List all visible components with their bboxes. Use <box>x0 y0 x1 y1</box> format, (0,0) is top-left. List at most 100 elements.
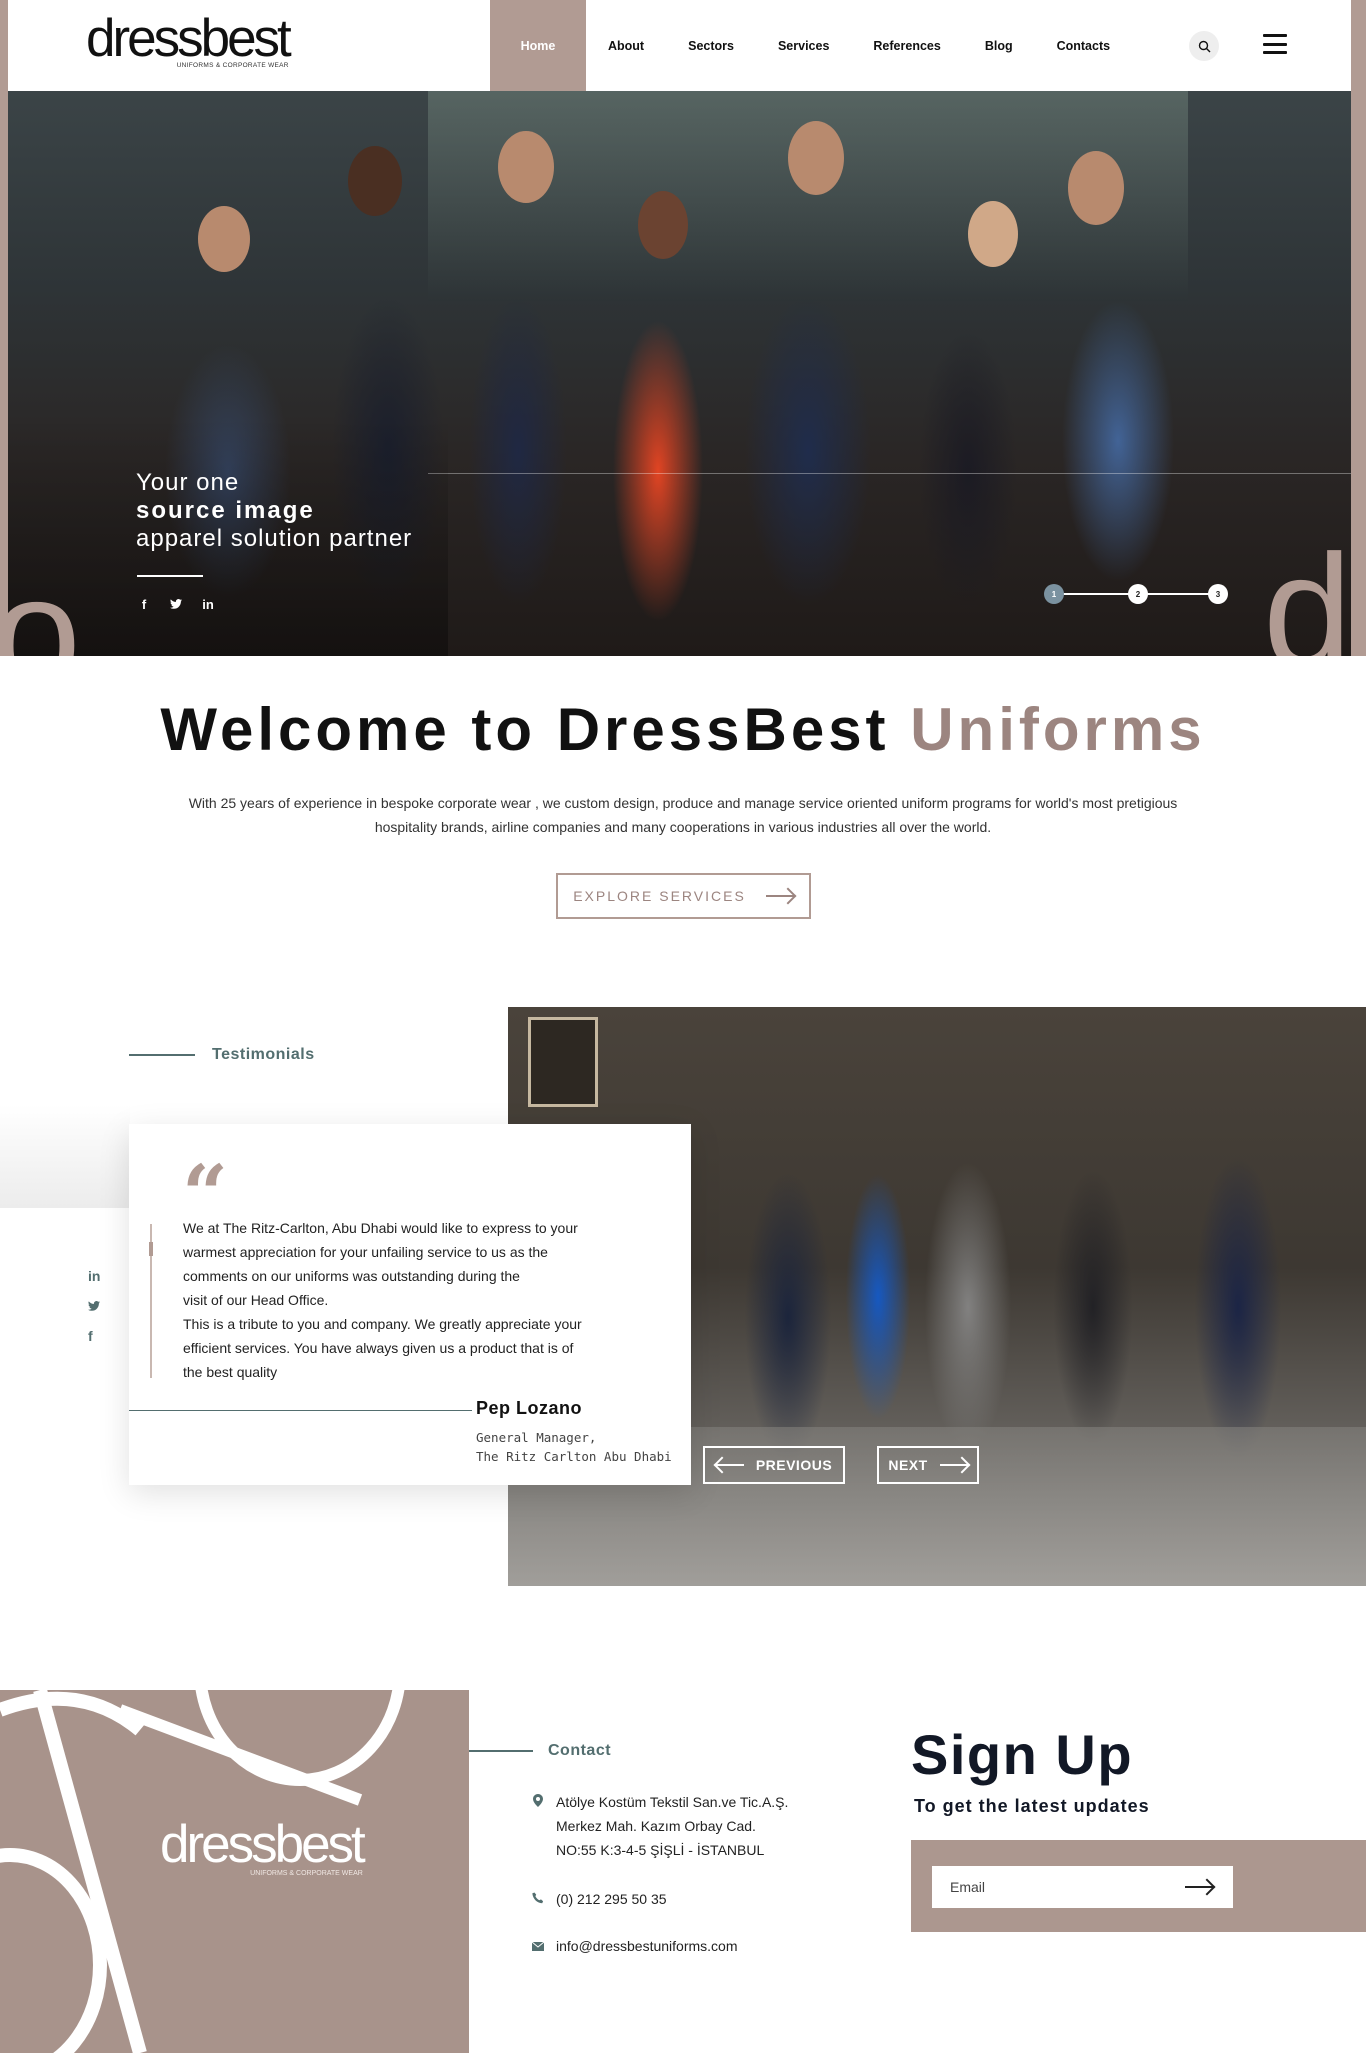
nav-contacts[interactable]: Contacts <box>1035 0 1132 91</box>
newsletter-email-input[interactable] <box>950 1879 1150 1895</box>
submit-arrow-icon[interactable] <box>1185 1886 1213 1888</box>
testimonial-author-role: General Manager, The Ritz Carlton Abu Dh… <box>476 1428 672 1466</box>
hero-divider-line <box>428 473 1351 474</box>
contact-address: Atölye Kostüm Tekstil San.ve Tic.A.Ş. Me… <box>532 1790 788 1862</box>
footer-brand-panel: dressbest UNIFORMS & CORPORATE WEAR <box>0 1690 469 2053</box>
slide-dot-1[interactable]: 1 <box>1044 584 1064 604</box>
address-text: Atölye Kostüm Tekstil San.ve Tic.A.Ş. Me… <box>556 1790 788 1862</box>
address-line: Merkez Mah. Kazım Orbay Cad. <box>556 1818 756 1834</box>
email-address: info@dressbestuniforms.com <box>556 1938 738 1954</box>
left-accent-strip <box>0 0 8 656</box>
nav-references[interactable]: References <box>851 0 962 91</box>
welcome-description: With 25 years of experience in bespoke c… <box>188 795 1178 835</box>
testimonial-author-name: Pep Lozano <box>476 1398 583 1418</box>
footer-logo-wordmark: dressbest <box>160 1818 366 1871</box>
quote-line: the best quality <box>183 1364 278 1380</box>
quote-side-bar <box>149 1224 153 1378</box>
quote-line: efficient services. You have always give… <box>183 1340 574 1356</box>
hero-line-3: apparel solution partner <box>136 525 413 552</box>
arrow-right-icon <box>939 1464 968 1466</box>
main-nav: Home About Sectors Services References B… <box>490 0 1132 91</box>
hero-line-1: Your one <box>136 469 240 496</box>
phone-number: (0) 212 295 50 35 <box>556 1891 667 1907</box>
hero-photo-person <box>198 206 250 272</box>
address-line: Atölye Kostüm Tekstil San.ve Tic.A.Ş. <box>556 1794 789 1810</box>
slide-dot-3[interactable]: 3 <box>1208 584 1228 604</box>
facebook-icon[interactable]: f <box>137 597 151 612</box>
search-button[interactable] <box>1189 31 1219 61</box>
quote-line: visit of our Head Office. <box>183 1292 329 1308</box>
nav-blog[interactable]: Blog <box>963 0 1035 91</box>
hero-underline <box>137 575 203 577</box>
hero-photo-person <box>498 131 554 203</box>
next-label: NEXT <box>888 1457 928 1473</box>
next-testimonial-button[interactable]: NEXT <box>877 1446 979 1484</box>
right-accent-strip <box>1351 0 1366 656</box>
phone-icon <box>532 1887 544 1912</box>
arrow-right-icon <box>765 895 794 897</box>
contact-email[interactable]: info@dressbestuniforms.com <box>531 1934 738 1959</box>
location-pin-icon <box>532 1790 544 1862</box>
logo-wordmark: dressbest <box>86 12 292 65</box>
testimonials-social-links: in f <box>88 1268 100 1344</box>
testimonial-card: “ We at The Ritz-Carlton, Abu Dhabi woul… <box>129 1124 691 1485</box>
linkedin-icon[interactable]: in <box>88 1268 100 1284</box>
previous-testimonial-button[interactable]: PREVIOUS <box>703 1446 845 1484</box>
hero-photo-person <box>1068 151 1124 225</box>
explore-services-label: EXPLORE SERVICES <box>573 888 746 904</box>
newsletter-form <box>932 1866 1233 1908</box>
photo-wall-frame <box>528 1017 598 1107</box>
contact-phone[interactable]: (0) 212 295 50 35 <box>532 1887 667 1912</box>
welcome-title-main: Welcome to DressBest <box>160 696 890 763</box>
previous-label: PREVIOUS <box>755 1457 833 1473</box>
linkedin-icon[interactable]: in <box>201 597 215 612</box>
hamburger-menu-icon[interactable] <box>1263 34 1287 54</box>
hero-social-links: f in <box>137 597 215 612</box>
hero-headline: Your one source image apparel solution p… <box>136 469 412 553</box>
hero-photo-person <box>788 121 844 195</box>
search-icon <box>1198 40 1210 52</box>
welcome-title-accent: Uniforms <box>910 696 1206 763</box>
signup-title: Sign Up <box>911 1723 1134 1786</box>
quote-line: warmest appreciation for your unfailing … <box>183 1244 548 1260</box>
nav-about[interactable]: About <box>586 0 666 91</box>
hero-deco-letter-right: d <box>1263 521 1351 657</box>
site-logo[interactable]: dressbest UNIFORMS & CORPORATE WEAR <box>86 12 292 69</box>
author-divider <box>129 1410 472 1411</box>
slide-dot-2[interactable]: 2 <box>1128 584 1148 604</box>
hero-banner: Your one source image apparel solution p… <box>8 91 1351 656</box>
envelope-icon <box>531 1934 545 1959</box>
logo-word-best: best <box>200 9 292 68</box>
author-role-line-1: General Manager, <box>476 1430 597 1445</box>
signup-subtitle: To get the latest updates <box>914 1796 1150 1816</box>
hero-line-2: source image <box>136 497 315 524</box>
hero-photo-person <box>638 191 688 259</box>
hero-slider-pagination: 1 2 3 <box>1044 582 1234 604</box>
hero-deco-letter-left: o <box>8 543 81 657</box>
twitter-icon[interactable] <box>88 1298 100 1314</box>
hero-photo-person <box>968 201 1018 267</box>
address-line: NO:55 K:3-4-5 ŞİŞLİ - İSTANBUL <box>556 1842 765 1858</box>
footer-logo[interactable]: dressbest UNIFORMS & CORPORATE WEAR <box>160 1818 366 1877</box>
testimonials-label-text: Testimonials <box>212 1046 315 1063</box>
site-header: dressbest UNIFORMS & CORPORATE WEAR Home… <box>8 0 1351 91</box>
facebook-icon[interactable]: f <box>88 1328 100 1344</box>
logo-word-dress: dress <box>86 9 204 68</box>
testimonial-quote: We at The Ritz-Carlton, Abu Dhabi would … <box>183 1216 653 1384</box>
footer-logo-word-dress: dress <box>160 1815 278 1874</box>
explore-services-button[interactable]: EXPLORE SERVICES <box>556 873 811 919</box>
quote-line: This is a tribute to you and company. We… <box>183 1316 582 1332</box>
nav-home[interactable]: Home <box>490 0 586 91</box>
nav-services[interactable]: Services <box>756 0 851 91</box>
twitter-icon[interactable] <box>169 597 183 612</box>
arrow-left-icon <box>715 1464 744 1466</box>
contact-label-text: Contact <box>548 1742 612 1759</box>
testimonials-grey-panel <box>0 1105 130 1208</box>
label-line <box>129 1054 195 1056</box>
nav-sectors[interactable]: Sectors <box>666 0 756 91</box>
author-role-line-2: The Ritz Carlton Abu Dhabi <box>476 1449 672 1464</box>
contact-section-label: Contact <box>469 1742 611 1760</box>
welcome-title: Welcome to DressBest Uniforms <box>0 695 1366 764</box>
testimonials-section-label: Testimonials <box>129 1046 315 1064</box>
label-line <box>469 1750 533 1752</box>
